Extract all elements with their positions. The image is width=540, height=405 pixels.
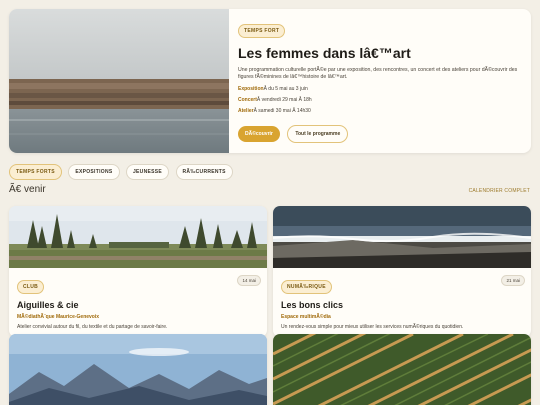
- filter-temps-forts[interactable]: TEMPS FORTS: [9, 164, 62, 180]
- event-category-tag: NUMÃ‰RIQUE: [281, 280, 332, 294]
- detail-label: Concert: [238, 97, 257, 104]
- detail-label: Exposition: [238, 86, 264, 93]
- detail-value: Â vendredi 29 mai Â 18h: [256, 97, 312, 104]
- event-card[interactable]: [273, 334, 531, 405]
- detail-label: Atelier: [238, 108, 254, 115]
- filter-recurrents[interactable]: RÃ‰CURRENTS: [175, 164, 233, 180]
- featured-event-content: TEMPS FORT Les femmes dans lâ€™art Une p…: [238, 19, 525, 144]
- event-location: Espace multimÃ©dia: [281, 314, 331, 320]
- event-card[interactable]: [9, 334, 267, 405]
- event-title[interactable]: Les bons clics: [281, 300, 523, 310]
- detail-value: Â samedi 30 mai Â 14h30: [253, 108, 311, 115]
- featured-event-title[interactable]: Les femmes dans lâ€™art: [238, 45, 525, 61]
- event-card[interactable]: NUMÃ‰RIQUE 21 mai Les bons clics Espace …: [273, 206, 531, 337]
- event-category-tag: CLUB: [17, 280, 45, 294]
- event-detail-exposition: ExpositionÂ du 5 mai au 3 juin: [238, 86, 525, 92]
- featured-event-card: TEMPS FORT Les femmes dans lâ€™art Une p…: [9, 9, 531, 153]
- featured-event-description: Une programmation culturelle portÃ©e par…: [238, 67, 518, 81]
- section-title: Ã€ venir: [9, 184, 46, 195]
- detail-value: Â du 5 mai au 3 juin: [263, 86, 308, 93]
- event-description: Atelier convivial autour du fil, du text…: [17, 324, 168, 330]
- discover-button[interactable]: DÃ©couvrir: [238, 126, 280, 143]
- event-title[interactable]: Aiguilles & cie: [17, 300, 259, 310]
- category-filters: TEMPS FORTS EXPOSITIONS JEUNESSE RÃ‰CURR…: [9, 160, 235, 180]
- full-program-button[interactable]: Tout le programme: [287, 125, 349, 144]
- event-card-image: [273, 206, 531, 268]
- event-card-content: NUMÃ‰RIQUE 21 mai Les bons clics Espace …: [273, 268, 531, 337]
- event-card[interactable]: CLUB 14 mai Aiguilles & cie MÃ©diathÃ¨qu…: [9, 206, 267, 337]
- event-card-image: [9, 206, 267, 268]
- filter-expositions[interactable]: EXPOSITIONS: [68, 164, 120, 180]
- event-card-image: [273, 334, 531, 405]
- event-card-content: CLUB 14 mai Aiguilles & cie MÃ©diathÃ¨qu…: [9, 268, 267, 337]
- full-calendar-link[interactable]: CALENDRIER COMPLET: [469, 188, 530, 194]
- event-location: MÃ©diathÃ¨que Maurice-Genevoix: [17, 314, 100, 320]
- event-date-badge: 21 mai: [501, 275, 525, 286]
- featured-event-actions: DÃ©couvrir Tout le programme: [238, 122, 525, 144]
- filter-jeunesse[interactable]: JEUNESSE: [125, 164, 170, 180]
- featured-event-image: [9, 9, 229, 153]
- event-detail-concert: ConcertÂ vendredi 29 mai Â 18h: [238, 97, 525, 103]
- event-date-badge: 14 mai: [237, 275, 261, 286]
- event-description: Un rendez-vous simple pour mieux utilise…: [281, 324, 464, 330]
- featured-event-tag: TEMPS FORT: [238, 24, 286, 38]
- event-detail-atelier: AtelierÂ samedi 30 mai Â 14h30: [238, 108, 525, 114]
- event-card-image: [9, 334, 267, 405]
